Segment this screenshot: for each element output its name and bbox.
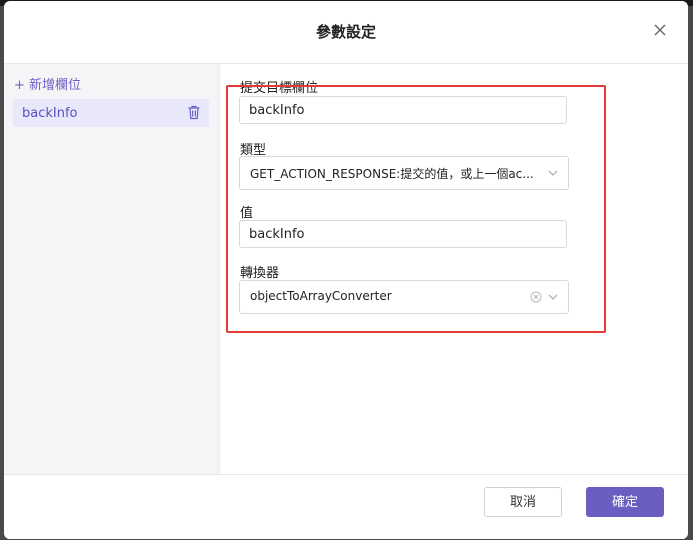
add-field-button[interactable]: + 新增欄位 <box>14 74 81 93</box>
value-label: 值 <box>240 206 254 221</box>
type-select-value: GET_ACTION_RESPONSE:提交的值，或上一個ac... <box>250 167 534 181</box>
cancel-button[interactable]: 取消 <box>484 487 562 517</box>
converter-select-value: objectToArrayConverter <box>250 289 392 303</box>
form-panel: 提交目標欄位 類型 GET_ACTION_RESPONSE:提交的值，或上一個a… <box>220 64 688 474</box>
converter-select[interactable]: objectToArrayConverter <box>239 280 569 314</box>
type-select[interactable]: GET_ACTION_RESPONSE:提交的值，或上一個ac... <box>239 156 569 190</box>
confirm-button[interactable]: 確定 <box>586 487 664 517</box>
dialog-header: 參數設定 <box>4 1 688 64</box>
target-field-input[interactable] <box>239 96 567 124</box>
sidebar-item-label: backInfo <box>22 106 78 121</box>
close-button[interactable] <box>650 20 670 40</box>
dialog-footer: 取消 確定 <box>4 474 688 539</box>
target-field-label: 提交目標欄位 <box>240 81 319 96</box>
converter-label: 轉換器 <box>240 266 280 281</box>
field-sidebar: + 新增欄位 backInfo <box>4 64 220 474</box>
chevron-down-icon <box>548 170 558 176</box>
settings-dialog: 參數設定 + 新增欄位 backInfo 提交目標欄位 類型 GET_ACTIO… <box>4 1 688 539</box>
trash-icon <box>188 105 200 120</box>
sidebar-item-backinfo[interactable]: backInfo <box>13 99 209 127</box>
dialog-title: 參數設定 <box>315 23 376 41</box>
value-input[interactable] <box>239 220 567 248</box>
clear-icon[interactable] <box>530 291 542 303</box>
close-icon <box>654 24 666 36</box>
chevron-down-icon <box>548 294 558 300</box>
delete-field-button[interactable] <box>187 105 201 120</box>
